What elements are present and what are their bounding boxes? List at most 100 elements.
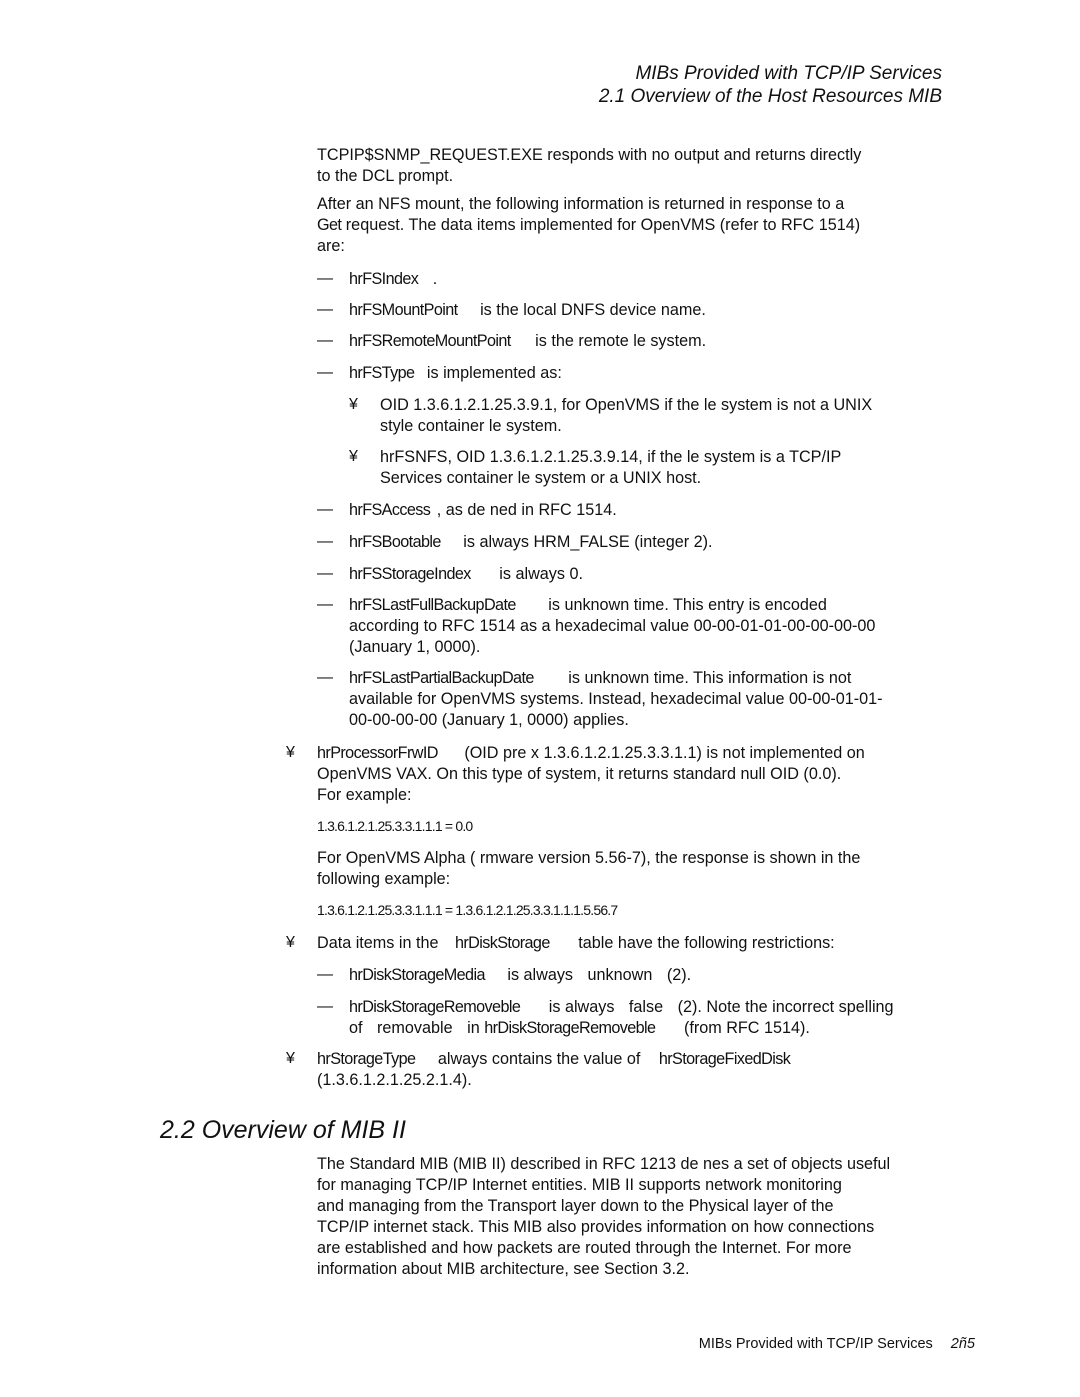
dash-marker: — — [317, 533, 333, 550]
mib-object-name: hrDiskStorage — [454, 934, 550, 952]
storage-type-oid: (1.3.6.1.2.1.25.2.1.4). — [317, 1071, 472, 1089]
disk-removeble-l2a: of — [349, 1019, 363, 1037]
fs-item-text: , as de ned in RFC 1514. — [436, 501, 617, 519]
mib-object-name: hrFSLastPartialBackupDate — [349, 669, 534, 687]
disk-storage-line: Data items in the hrDiskStorage table ha… — [317, 934, 835, 953]
fstype-bullet-1-line1: OID 1.3.6.1.2.1.25.3.9.1, for OpenVMS if… — [380, 396, 873, 414]
running-header-chapter: MIBs Provided with TCP/IP Services — [635, 63, 942, 84]
section22-line: are established and how packets are rout… — [317, 1239, 852, 1257]
storage-type-line1: hrStorageType always contains the value … — [317, 1050, 791, 1069]
mib-object-name: hrFSMountPoint — [349, 301, 458, 319]
processor-line1: hrProcessorFrwID (OID pre x 1.3.6.1.2.1.… — [317, 744, 865, 763]
fs-item-text: is the remote le system. — [535, 332, 707, 350]
backup-item-partial-line2: available for OpenVMS systems. Instead, … — [349, 690, 883, 708]
intro-p1-line2: to the DCL prompt. — [317, 167, 454, 185]
disk-removeble-text-a: is always — [548, 998, 615, 1016]
backup-item-partial-line3: 00-00-00-00 (January 1, 0000) applies. — [349, 711, 629, 729]
code-example-1: 1.3.6.1.2.1.25.3.3.1.1.1 = 0.0 — [317, 818, 473, 834]
fs-item-text: is implemented as: — [426, 364, 562, 382]
bullet-marker: ¥ — [286, 1050, 295, 1067]
disk-removeble-line2: of removable in hrDiskStorageRemoveble (… — [349, 1019, 810, 1038]
bullet-marker: ¥ — [286, 744, 295, 761]
disk-lead-text: Data items in the — [317, 934, 439, 952]
dash-marker: — — [317, 596, 333, 613]
fs-item-text: is always HRM_FALSE (integer 2). — [463, 533, 713, 551]
fs-item-line: hrFSStorageIndex is always 0. — [349, 565, 583, 584]
disk-media-line: hrDiskStorageMedia is always unknown (2)… — [349, 966, 691, 985]
mib-object-name: hrStorageFixedDisk — [658, 1050, 791, 1068]
mib-object-name: hrFSAccess — [349, 501, 431, 519]
disk-media-value: unknown — [587, 966, 653, 984]
page-footer: MIBs Provided with TCP/IP Services 2ñ5 — [699, 1336, 975, 1352]
intro-p2-line2-text: request. The data items implemented for … — [345, 216, 861, 234]
disk-removeble-line1: hrDiskStorageRemoveble is always false (… — [349, 998, 894, 1017]
processor-line3: For example: — [317, 786, 412, 804]
backup-item-text: is unknown time. This information is not — [568, 669, 852, 687]
disk-tail-text: table have the following restrictions: — [578, 934, 835, 952]
section22-line: for managing TCP/IP Internet entities. M… — [317, 1176, 842, 1194]
mib-object-name: hrFSIndex — [349, 270, 419, 288]
mib-object-name: hrStorageType — [317, 1050, 416, 1068]
dash-marker: — — [317, 565, 333, 582]
dash-marker: — — [317, 270, 333, 287]
disk-removeble-l2b: removable — [377, 1019, 453, 1037]
section22-line: TCP/IP internet stack. This MIB also pro… — [317, 1218, 875, 1236]
mib-object-name: hrProcessorFrwID — [317, 744, 438, 762]
fs-item-text: is always 0. — [499, 565, 583, 583]
processor-line2: OpenVMS VAX. On this type of system, it … — [317, 765, 842, 783]
intro-p2-line1: After an NFS mount, the following inform… — [317, 195, 845, 213]
backup-item-full-line2: according to RFC 1514 as a hexadecimal v… — [349, 617, 876, 635]
bullet-marker: ¥ — [349, 396, 358, 413]
get-term: Get — [317, 216, 342, 234]
fs-item-line: hrFSRemoteMountPoint is the remote le sy… — [349, 332, 706, 351]
disk-removeble-text-c: (2). Note the incorrect spelling — [677, 998, 894, 1016]
fs-item-line: hrFSIndex . — [349, 270, 437, 289]
alpha-text-line2: following example: — [317, 870, 451, 888]
disk-removeble-l2e: (from RFC 1514). — [683, 1019, 810, 1037]
section22-line: information about MIB architecture, see … — [317, 1260, 690, 1278]
mib-object-name: hrFSRemoteMountPoint — [349, 332, 511, 350]
backup-item-text: is unknown time. This entry is encoded — [548, 596, 827, 614]
code-example-2: 1.3.6.1.2.1.25.3.3.1.1.1 = 1.3.6.1.2.1.2… — [317, 902, 618, 918]
fs-item-text: . — [432, 270, 438, 288]
mib-object-name: hrDiskStorageRemoveble — [349, 998, 521, 1016]
disk-media-text-c: (2). — [666, 966, 692, 984]
backup-item-partial-line1: hrFSLastPartialBackupDate is unknown tim… — [349, 669, 851, 688]
dash-marker: — — [317, 332, 333, 349]
section22-line: The Standard MIB (MIB II) described in R… — [317, 1155, 891, 1173]
alpha-text-line1: For OpenVMS Alpha ( rmware version 5.56-… — [317, 849, 861, 867]
disk-removeble-l2c: in — [467, 1019, 480, 1037]
dash-marker: — — [317, 669, 333, 686]
intro-p2-line3: are: — [317, 237, 345, 255]
processor-text: (OID pre x 1.3.6.1.2.1.25.3.3.1.1) is no… — [464, 744, 865, 762]
mib-object-name: hrDiskStorageMedia — [349, 966, 485, 984]
mib-object-name: hrFSType — [349, 364, 415, 382]
footer-title: MIBs Provided with TCP/IP Services — [698, 1336, 933, 1352]
dash-marker: — — [317, 998, 333, 1015]
backup-item-full-line1: hrFSLastFullBackupDate is unknown time. … — [349, 596, 827, 615]
disk-removeble-value: false — [628, 998, 664, 1016]
fs-item-text: is the local DNFS device name. — [480, 301, 706, 319]
dash-marker: — — [317, 966, 333, 983]
backup-item-full-line3: (January 1, 0000). — [349, 638, 481, 656]
fstype-bullet-2-line1: hrFSNFS, OID 1.3.6.1.2.1.25.3.9.14, if t… — [380, 448, 842, 466]
section-heading: 2.2 Overview of MIB II — [160, 1116, 406, 1144]
storage-type-text: always contains the value of — [437, 1050, 641, 1068]
fs-item-line: hrFSMountPoint is the local DNFS device … — [349, 301, 706, 320]
mib-object-name: hrDiskStorageRemoveble — [484, 1019, 656, 1037]
fstype-bullet-2-line2: Services container le system or a UNIX h… — [380, 469, 702, 487]
dash-marker: — — [317, 501, 333, 518]
fs-item-line: hrFSType is implemented as: — [349, 364, 562, 383]
fs-item-line: hrFSAccess , as de ned in RFC 1514. — [349, 501, 617, 520]
page-number: 2ñ5 — [950, 1336, 975, 1352]
running-header-section: 2.1 Overview of the Host Resources MIB — [598, 86, 942, 107]
bullet-marker: ¥ — [349, 448, 358, 465]
intro-p2-line2: Get request. The data items implemented … — [317, 216, 860, 235]
mib-object-name: hrFSStorageIndex — [349, 565, 471, 583]
mib-object-name: hrFSLastFullBackupDate — [349, 596, 516, 614]
dash-marker: — — [317, 301, 333, 318]
dash-marker: — — [317, 364, 333, 381]
section22-line: and managing from the Transport layer do… — [317, 1197, 834, 1215]
fstype-bullet-1-line2: style container le system. — [380, 417, 562, 435]
fs-item-line: hrFSBootable is always HRM_FALSE (intege… — [349, 533, 713, 552]
